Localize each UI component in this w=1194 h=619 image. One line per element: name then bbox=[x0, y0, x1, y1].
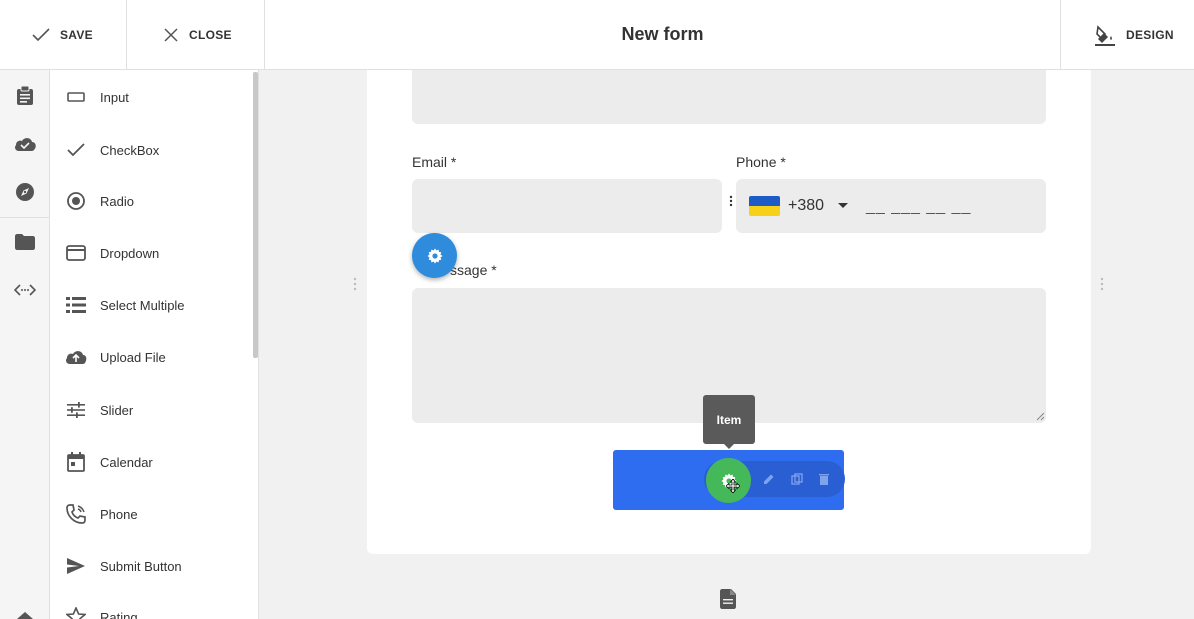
component-phone[interactable]: Phone bbox=[50, 494, 250, 534]
component-label: Calendar bbox=[100, 454, 153, 470]
close-icon bbox=[164, 27, 178, 42]
component-label: Dropdown bbox=[100, 245, 160, 261]
phone-country-code[interactable]: +380 bbox=[788, 197, 824, 215]
component-label: Slider bbox=[100, 402, 134, 418]
list-icon bbox=[65, 294, 87, 316]
component-label: Rating bbox=[100, 609, 138, 619]
field-settings-button[interactable] bbox=[412, 233, 457, 278]
phone-label: Phone * bbox=[736, 154, 786, 170]
clipboard-icon[interactable] bbox=[13, 84, 37, 108]
upload-icon bbox=[65, 346, 87, 368]
radio-icon bbox=[65, 190, 87, 212]
phone-icon bbox=[65, 503, 87, 525]
component-input[interactable]: Input bbox=[50, 77, 250, 117]
send-icon bbox=[65, 555, 87, 577]
name-field[interactable] bbox=[412, 70, 1046, 124]
component-label: Input bbox=[100, 89, 129, 105]
item-tooltip: Item bbox=[703, 395, 755, 449]
component-label: Phone bbox=[100, 506, 138, 522]
star-icon bbox=[65, 606, 87, 619]
component-dropdown[interactable]: Dropdown bbox=[50, 233, 250, 273]
save-button[interactable]: SAVE bbox=[32, 0, 93, 69]
component-upload-file[interactable]: Upload File bbox=[50, 337, 250, 377]
email-field[interactable] bbox=[412, 179, 722, 233]
right-resize-handle[interactable] bbox=[1100, 277, 1104, 291]
page-title: New form bbox=[621, 24, 704, 44]
paint-bucket-icon bbox=[1095, 24, 1115, 46]
check-icon bbox=[65, 139, 87, 161]
calendar-icon bbox=[65, 451, 87, 473]
components-panel: Input CheckBox Radio Dropdown Select Mul… bbox=[50, 70, 259, 619]
textarea-resize-icon[interactable] bbox=[1036, 412, 1045, 421]
component-slider[interactable]: Slider bbox=[50, 390, 250, 430]
component-submit-button[interactable]: Submit Button bbox=[50, 546, 250, 586]
compass-icon[interactable] bbox=[13, 180, 37, 204]
email-label: Email * bbox=[412, 154, 457, 170]
top-toolbar: SAVE CLOSE New form DESIGN bbox=[0, 0, 1194, 70]
component-label: Upload File bbox=[100, 349, 166, 365]
design-button[interactable]: DESIGN bbox=[1094, 0, 1174, 69]
slider-icon bbox=[65, 399, 87, 421]
phone-input-mask[interactable]: __ ___ __ __ bbox=[866, 198, 971, 216]
delete-icon[interactable] bbox=[816, 471, 832, 487]
rail-divider bbox=[0, 217, 49, 218]
component-calendar[interactable]: Calendar bbox=[50, 442, 250, 482]
toolbar-divider bbox=[1060, 0, 1061, 69]
gear-icon bbox=[427, 248, 442, 263]
component-select-multiple[interactable]: Select Multiple bbox=[50, 285, 250, 325]
dropdown-icon bbox=[65, 242, 87, 264]
duplicate-icon[interactable] bbox=[789, 471, 805, 487]
folder-icon[interactable] bbox=[13, 230, 37, 254]
message-label: ssage * bbox=[450, 262, 497, 278]
input-icon bbox=[65, 86, 87, 108]
close-label: CLOSE bbox=[189, 27, 232, 42]
close-button[interactable]: CLOSE bbox=[163, 0, 232, 69]
component-label: Submit Button bbox=[100, 558, 182, 574]
left-resize-handle[interactable] bbox=[353, 277, 357, 291]
edit-icon[interactable] bbox=[761, 471, 777, 487]
component-label: Radio bbox=[100, 193, 134, 209]
document-icon[interactable] bbox=[720, 589, 738, 609]
ukraine-flag-icon[interactable] bbox=[749, 196, 780, 216]
save-label: SAVE bbox=[60, 27, 93, 42]
left-rail bbox=[0, 70, 50, 619]
move-cursor-icon bbox=[726, 479, 740, 493]
column-drag-handle[interactable] bbox=[729, 195, 733, 207]
component-checkbox[interactable]: CheckBox bbox=[50, 130, 250, 170]
component-rating[interactable]: Rating bbox=[50, 597, 250, 619]
home-icon[interactable] bbox=[13, 606, 37, 619]
chevron-down-icon[interactable] bbox=[838, 203, 848, 208]
check-icon bbox=[32, 27, 50, 41]
component-radio[interactable]: Radio bbox=[50, 181, 250, 221]
code-arrows-icon[interactable] bbox=[13, 278, 37, 302]
toolbar-divider bbox=[126, 0, 127, 69]
component-label: CheckBox bbox=[100, 142, 160, 158]
components-scrollbar[interactable] bbox=[253, 72, 258, 358]
design-label: DESIGN bbox=[1126, 27, 1174, 42]
cloud-check-icon[interactable] bbox=[13, 132, 37, 156]
component-label: Select Multiple bbox=[100, 297, 185, 313]
